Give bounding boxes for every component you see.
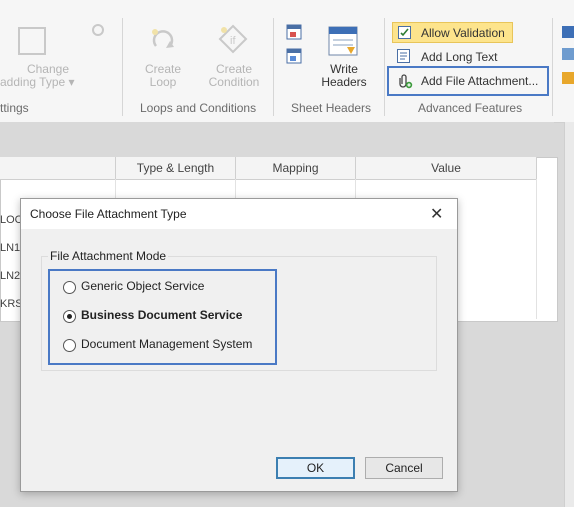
create-loop-label-2: Loop bbox=[149, 75, 177, 89]
ok-button[interactable]: OK bbox=[276, 457, 355, 479]
sheet-header-icon-1[interactable] bbox=[286, 24, 302, 40]
settings-gear-icon bbox=[92, 24, 104, 36]
sheet-header-icon-2[interactable] bbox=[286, 48, 302, 64]
radio-selected-dot bbox=[67, 314, 72, 319]
change-padding-type-icon bbox=[18, 27, 46, 55]
paperclip-icon bbox=[397, 73, 413, 89]
change-padding-type-button[interactable]: Change adding Type ▾ bbox=[0, 63, 78, 89]
radio-button-selected[interactable] bbox=[63, 310, 76, 323]
write-headers-icon bbox=[327, 25, 359, 57]
allow-validation-button[interactable]: Allow Validation bbox=[392, 22, 513, 43]
add-long-text-label: Add Long Text bbox=[421, 50, 498, 64]
add-file-attachment-label: Add File Attachment... bbox=[421, 74, 539, 88]
sheet-headers-group-label: Sheet Headers bbox=[291, 101, 372, 115]
ribbon: Change adding Type ▾ ttings Create Loop … bbox=[0, 0, 574, 123]
grid-header-type-length[interactable]: Type & Length bbox=[116, 157, 236, 180]
grid-header-blank bbox=[0, 157, 116, 180]
group-separator bbox=[384, 18, 385, 116]
radio-label: Business Document Service bbox=[81, 308, 243, 322]
grid-row-fragment: LN2 bbox=[0, 270, 21, 282]
cancel-button[interactable]: Cancel bbox=[365, 457, 443, 479]
write-headers-button[interactable]: Write Headers bbox=[316, 63, 372, 89]
attachment-mode-group-title: File Attachment Mode bbox=[48, 249, 169, 263]
group-separator bbox=[273, 18, 274, 116]
write-headers-label-2: Headers bbox=[321, 75, 367, 89]
radio-button[interactable] bbox=[63, 339, 76, 352]
grid-header-mapping[interactable]: Mapping bbox=[236, 157, 356, 180]
long-text-icon bbox=[397, 49, 410, 63]
create-loop-button[interactable]: Create Loop bbox=[136, 63, 190, 89]
grid-row-fragment: LN1 bbox=[0, 242, 21, 254]
validation-icon bbox=[398, 26, 411, 39]
dialog-title: Choose File Attachment Type bbox=[30, 207, 187, 221]
loops-group-label: Loops and Conditions bbox=[140, 101, 257, 115]
overflow-icon-3[interactable] bbox=[562, 72, 574, 84]
radio-label: Generic Object Service bbox=[81, 279, 205, 293]
radio-label: Document Management System bbox=[81, 337, 253, 351]
add-file-attachment-button[interactable]: Add File Attachment... bbox=[387, 66, 549, 96]
create-condition-button[interactable]: Create Condition bbox=[204, 63, 264, 89]
allow-validation-label: Allow Validation bbox=[421, 26, 505, 40]
group-separator bbox=[122, 18, 123, 116]
add-long-text-button[interactable]: Add Long Text bbox=[392, 47, 513, 67]
side-panel bbox=[564, 122, 574, 507]
radio-document-management-system[interactable]: Document Management System bbox=[63, 336, 273, 356]
advanced-features-group-label: Advanced Features bbox=[418, 101, 523, 115]
group-separator bbox=[552, 18, 553, 116]
change-padding-label-2: adding Type ▾ bbox=[0, 75, 75, 89]
file-attachment-dialog: Choose File Attachment Type ✕ File Attac… bbox=[20, 198, 458, 492]
overflow-icon-1[interactable] bbox=[562, 26, 574, 38]
radio-button[interactable] bbox=[63, 281, 76, 294]
overflow-icon-2[interactable] bbox=[562, 48, 574, 60]
grid-vertical-line bbox=[536, 179, 537, 319]
create-condition-label-2: Condition bbox=[208, 75, 260, 89]
radio-generic-object-service[interactable]: Generic Object Service bbox=[63, 278, 263, 298]
radio-business-document-service[interactable]: Business Document Service bbox=[63, 307, 263, 327]
create-condition-icon: if bbox=[218, 24, 248, 54]
close-icon[interactable]: ✕ bbox=[430, 204, 443, 224]
settings-group-label: ttings bbox=[0, 101, 29, 115]
grid-header-value[interactable]: Value bbox=[356, 157, 537, 180]
svg-text:if: if bbox=[230, 35, 236, 47]
create-loop-icon bbox=[148, 26, 178, 56]
